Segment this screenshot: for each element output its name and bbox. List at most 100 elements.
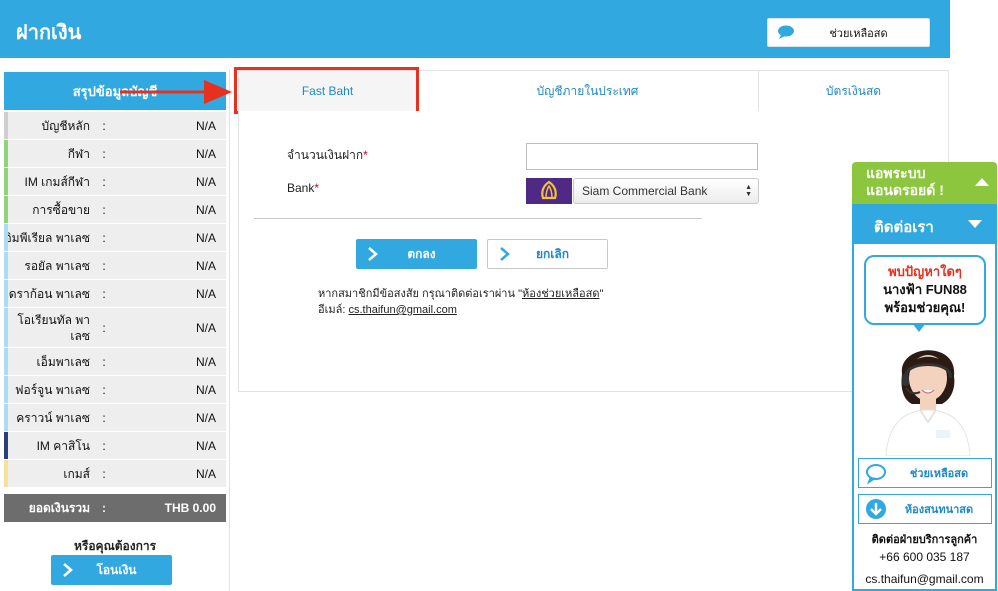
account-summary-sidebar: สรุปข้อมูลบัญชี บัญชีหลัก: N/A กีฬา: N/A IM …	[0, 70, 230, 591]
product-color-bar	[4, 140, 8, 167]
download-arrow-icon	[866, 499, 886, 519]
chevron-right-icon	[368, 247, 378, 261]
account-row-colon: :	[102, 466, 106, 481]
deposit-page: ฝากเงิน ช่วยเหลือสด สรุปข้อมูลบัญชี บัญช…	[0, 0, 998, 591]
account-row-colon: :	[102, 438, 106, 453]
product-color-bar	[4, 168, 8, 195]
email-link[interactable]: cs.thaifun@gmail.com	[348, 304, 456, 316]
account-row-name: เกมส์	[63, 466, 90, 481]
product-color-bar	[4, 112, 8, 139]
note-prefix: หากสมาชิกมีข้อสงสัย กรุณาติดต่อเราผ่าน "	[318, 288, 522, 300]
widget-chat-room-button[interactable]: ห้องสนทนาสด	[858, 494, 992, 524]
live-help-link[interactable]: ห้องช่วยเหลือสด	[522, 288, 600, 300]
speech-bubble: พบปัญหาใดๆ นางฟ้า FUN88 พร้อมช่วยคุณ!	[864, 255, 986, 325]
total-balance-row: ยอดเงินรวม : THB 0.00	[4, 494, 226, 522]
chevron-right-icon	[63, 563, 73, 577]
account-row-name: IM คาสิโน	[36, 438, 90, 453]
account-row-name: รอยัล พาเลซ	[24, 258, 90, 273]
account-row-value: N/A	[195, 146, 216, 161]
product-color-bar	[4, 196, 8, 223]
product-color-bar	[4, 224, 8, 251]
page-header: ฝากเงิน ช่วยเหลือสด	[0, 0, 950, 58]
product-color-bar	[4, 432, 8, 459]
account-row-name: คราวน์ พาเลซ	[16, 410, 90, 425]
account-row-value: N/A	[195, 382, 216, 397]
want-label: หรือคุณต้องการ	[73, 539, 157, 553]
total-value: THB 0.00	[164, 501, 216, 515]
required-mark: *	[363, 148, 368, 162]
account-row-colon: :	[102, 146, 106, 161]
account-row: เกมส์: N/A	[4, 460, 226, 488]
account-row-name: กีฬา	[67, 146, 90, 161]
required-mark: *	[314, 181, 320, 195]
product-color-bar	[4, 280, 8, 307]
account-row: บัญชีหลัก: N/A	[4, 112, 226, 140]
contact-header[interactable]: ติดต่อเรา	[854, 204, 995, 244]
submit-label: ตกลง	[407, 246, 436, 261]
account-row: ดราก้อน พาเลซ: N/A	[4, 280, 226, 308]
account-row-value: N/A	[195, 202, 216, 217]
transfer-button[interactable]: โอนเงิน	[51, 555, 172, 585]
amount-label: จำนวนเงินฝาก*	[287, 146, 368, 165]
bank-logo	[526, 178, 572, 204]
account-row-value: N/A	[195, 354, 216, 369]
live-help-label: ช่วยเหลือสด	[829, 27, 888, 40]
red-arrow-icon	[120, 80, 232, 104]
widget-chat-room-label: ห้องสนทนาสด	[904, 504, 974, 516]
account-row: IM เกมส์กีฬา: N/A	[4, 168, 226, 196]
customer-service-email[interactable]: cs.thaifun@gmail.com	[854, 572, 995, 586]
account-row-name: โอเรียนทัล พาเลซ	[17, 312, 90, 343]
account-row-value: N/A	[195, 410, 216, 425]
account-row-colon: :	[102, 354, 106, 369]
account-row-colon: :	[102, 320, 106, 335]
bank-selected-value: Siam Commercial Bank	[582, 184, 708, 198]
product-color-bar	[4, 404, 8, 431]
submit-button[interactable]: ตกลง	[356, 239, 477, 269]
account-row-colon: :	[102, 174, 106, 189]
account-row-value: N/A	[195, 230, 216, 245]
live-help-button[interactable]: ช่วยเหลือสด	[767, 18, 930, 47]
scb-logo-icon	[541, 180, 557, 200]
bank-label: Bank*	[287, 181, 319, 195]
account-row-name: เอ็มพาเลซ	[36, 354, 90, 369]
widget-live-help-button[interactable]: ช่วยเหลือสด	[858, 458, 992, 488]
tab-local-bank[interactable]: บัญชีภายในประเทศ	[417, 71, 759, 111]
support-agent-image	[885, 350, 971, 456]
customer-service-phone: +66 600 035 187	[879, 550, 970, 564]
tab-cash-card[interactable]: บัตรเงินสด	[759, 71, 948, 111]
account-row-value: N/A	[195, 258, 216, 273]
bank-label-text: Bank	[287, 181, 315, 195]
account-row-colon: :	[102, 286, 106, 301]
form-divider	[254, 218, 702, 219]
widget-live-help-label: ช่วยเหลือสด	[909, 468, 969, 480]
contact-title: ติดต่อเรา	[874, 219, 934, 236]
product-color-bar	[4, 308, 8, 347]
account-row-colon: :	[102, 410, 106, 425]
account-row-value: N/A	[195, 466, 216, 481]
bubble-line1: พบปัญหาใดๆ	[888, 264, 962, 279]
bubble-line2: นางฟ้า FUN88	[883, 282, 967, 297]
account-row: กีฬา: N/A	[4, 140, 226, 168]
cancel-button[interactable]: ยกเลิก	[487, 239, 608, 269]
bank-select[interactable]: Siam Commercial Bank ▲ ▼	[573, 178, 759, 204]
product-color-bar	[4, 252, 8, 279]
caret-down-icon	[968, 220, 982, 228]
total-label: ยอดเงินรวม	[28, 500, 90, 515]
highlight-box	[234, 67, 419, 114]
account-balance-list: บัญชีหลัก: N/A กีฬา: N/A IM เกมส์กีฬา: N/A การ…	[4, 112, 226, 488]
page-title: ฝากเงิน	[16, 22, 82, 44]
android-app-banner[interactable]: แอพระบบ แอนดรอยด์ !	[852, 162, 997, 204]
caret-up-icon	[975, 178, 989, 186]
contact-widget: ติดต่อเรา พบปัญหาใดๆ นางฟ้า FUN88 พร้อมช…	[852, 204, 997, 591]
select-updown-icon: ▲ ▼	[745, 184, 752, 198]
transfer-label: โอนเงิน	[96, 562, 137, 577]
account-row-value: N/A	[195, 438, 216, 453]
account-row-colon: :	[102, 230, 106, 245]
amount-input[interactable]	[526, 143, 758, 170]
account-row-value: N/A	[195, 286, 216, 301]
account-row: IM คาสิโน: N/A	[4, 432, 226, 460]
chevron-right-icon	[500, 247, 510, 261]
cancel-label: ยกเลิก	[535, 246, 570, 261]
account-row: คราวน์ พาเลซ: N/A	[4, 404, 226, 432]
amount-label-text: จำนวนเงินฝาก	[287, 148, 364, 162]
